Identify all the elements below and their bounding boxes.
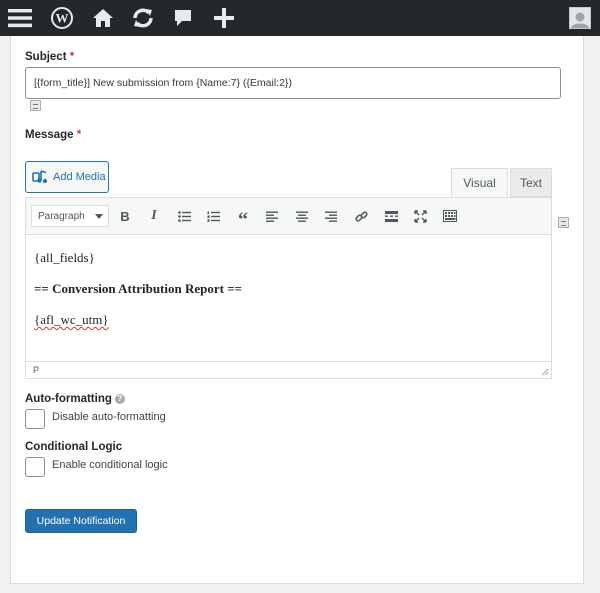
content-line-report-heading: == Conversion Attribution Report == [34,281,243,296]
numbered-list-icon [207,211,220,222]
subject-label: Subject * [25,51,74,63]
enable-conditional-logic-label: Enable conditional logic [52,459,168,471]
subject-required-mark: * [69,51,75,63]
menu-icon[interactable] [6,0,34,36]
comments-icon[interactable] [170,0,196,36]
editor-toolbar: Paragraph B I “ [26,198,551,235]
disable-auto-formatting-label: Disable auto-formatting [52,411,166,423]
svg-text:W: W [56,11,69,26]
message-required-mark: * [76,129,82,141]
add-media-button[interactable]: Add Media [25,161,109,193]
align-right-icon [325,211,337,222]
align-center-button[interactable] [293,207,311,225]
tab-text-label: Text [519,175,542,190]
tab-visual-label: Visual [463,176,496,190]
format-select[interactable]: Paragraph [31,205,109,227]
auto-formatting-label-text: Auto-formatting [25,393,112,405]
conditional-logic-label-text: Conditional Logic [25,441,123,453]
message-editor: Paragraph B I “ {all_fields} == Conversi… [25,197,552,379]
add-media-icon [32,170,47,183]
bold-button[interactable]: B [116,207,134,225]
message-label-text: Message [25,129,74,141]
resize-handle-icon[interactable] [541,368,549,376]
subject-label-text: Subject [25,51,67,63]
help-icon[interactable]: ? [114,393,125,404]
read-more-button[interactable] [382,207,400,225]
enable-conditional-logic-checkbox[interactable] [25,457,45,477]
merge-tags-icon[interactable] [30,100,41,111]
home-icon[interactable] [90,0,116,36]
notification-settings-panel: Subject * [{form_title}] New submission … [10,36,584,584]
content-line-utm: {afl_wc_utm} [34,312,109,327]
editor-statusbar: P [26,361,551,378]
admin-bar: W [0,0,600,36]
italic-button[interactable]: I [145,207,163,225]
avatar [569,7,591,29]
conditional-logic-label: Conditional Logic [25,441,122,453]
merge-tags-icon[interactable] [558,217,569,228]
bulleted-list-icon [177,210,191,222]
align-right-button[interactable] [322,207,340,225]
updates-icon[interactable] [128,0,158,36]
message-label: Message * [25,129,81,141]
add-media-label: Add Media [53,171,106,183]
fullscreen-icon [413,209,427,223]
format-select-value: Paragraph [38,210,85,222]
tab-text[interactable]: Text [510,168,552,197]
align-left-icon [266,211,278,222]
update-notification-button[interactable]: Update Notification [25,509,137,533]
auto-formatting-label: Auto-formatting? [25,393,125,405]
element-path: P [33,365,40,375]
chevron-down-icon [95,214,103,219]
bulleted-list-button[interactable] [175,207,193,225]
align-center-icon [296,211,308,222]
align-left-button[interactable] [263,207,281,225]
content-line-all-fields: {all_fields} [34,250,95,265]
read-more-icon [384,210,398,222]
insert-link-button[interactable] [352,207,370,225]
subject-input-value: [{form_title}] New submission from {Name… [34,77,292,89]
link-icon [354,210,368,222]
avatar-icon[interactable] [568,0,592,36]
blockquote-button[interactable]: “ [234,207,252,231]
subject-input[interactable]: [{form_title}] New submission from {Name… [25,67,561,99]
tab-visual[interactable]: Visual [451,168,508,197]
wordpress-logo-icon[interactable]: W [48,0,76,36]
toolbar-toggle-icon [443,210,457,222]
update-notification-label: Update Notification [36,515,126,527]
numbered-list-button[interactable] [204,207,222,225]
disable-auto-formatting-checkbox[interactable] [25,409,45,429]
fullscreen-button[interactable] [411,207,429,225]
toolbar-toggle-button[interactable] [441,207,459,225]
plus-icon[interactable] [210,0,238,36]
